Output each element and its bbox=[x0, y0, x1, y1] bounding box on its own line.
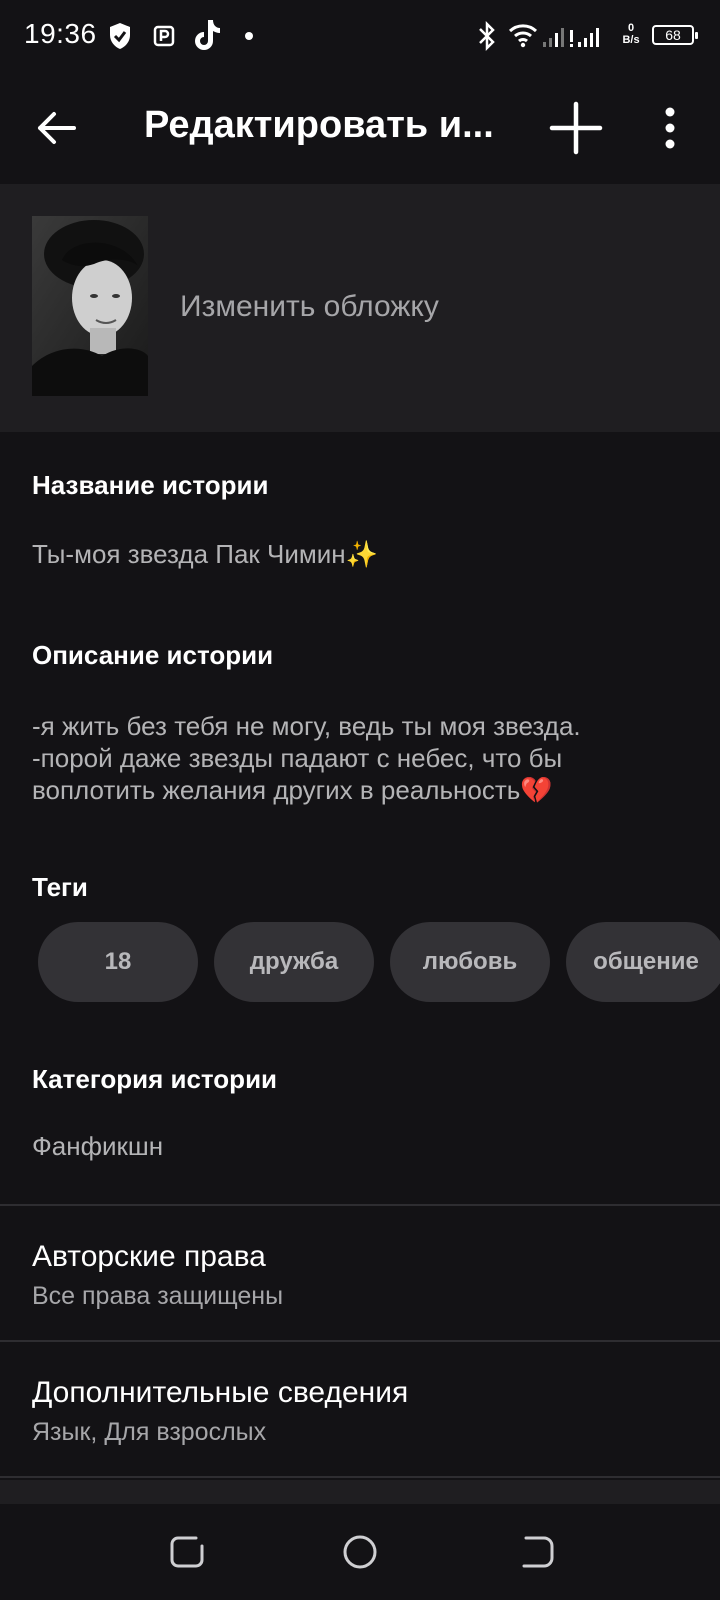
story-description-field[interactable]: -я жить без тебя не могу, ведь ты моя зв… bbox=[32, 710, 692, 806]
cover-image-art bbox=[32, 216, 148, 396]
copyright-subtitle: Все права защищены bbox=[32, 1282, 284, 1310]
back-arrow-icon[interactable] bbox=[30, 102, 82, 154]
content-bottom-strip bbox=[0, 1480, 720, 1504]
cover-section[interactable]: Изменить обложку bbox=[0, 184, 720, 432]
broken-heart-emoji: 💔 bbox=[520, 775, 553, 805]
net-speed-value: 0 bbox=[627, 22, 635, 34]
cover-image[interactable] bbox=[32, 216, 148, 396]
story-title-label: Название истории bbox=[32, 470, 269, 500]
tags-label: Теги bbox=[32, 872, 88, 902]
story-description-label: Описание истории bbox=[32, 640, 274, 670]
parking-icon bbox=[153, 25, 175, 47]
additional-info-subtitle: Язык, Для взрослых bbox=[32, 1418, 267, 1446]
signal-alert-icon bbox=[570, 28, 599, 47]
battery-level: 68 bbox=[665, 27, 681, 43]
additional-info-title: Дополнительные сведения bbox=[32, 1376, 409, 1409]
dot-icon bbox=[245, 32, 253, 40]
tag-chip[interactable]: 18 bbox=[38, 922, 198, 1002]
tag-chip[interactable]: дружба bbox=[214, 922, 374, 1002]
description-line-text: воплотить желания других в реальность bbox=[32, 775, 521, 805]
wifi-icon bbox=[508, 24, 538, 48]
story-title-field[interactable]: Ты-моя звезда Пак Чимин✨ bbox=[32, 538, 692, 570]
category-label: Категория истории bbox=[32, 1064, 278, 1094]
copyright-title: Авторские права bbox=[32, 1240, 266, 1273]
navigation-bar bbox=[0, 1504, 720, 1600]
page-title: Редактировать и... bbox=[144, 104, 494, 146]
plus-icon[interactable] bbox=[548, 100, 604, 156]
home-icon[interactable] bbox=[334, 1526, 386, 1578]
change-cover-label[interactable]: Изменить обложку bbox=[180, 290, 439, 324]
net-speed: 0 B/s bbox=[616, 22, 646, 46]
description-line: -я жить без тебя не могу, ведь ты моя зв… bbox=[32, 711, 581, 741]
copyright-row[interactable]: Авторские права Все права защищены bbox=[0, 1206, 720, 1340]
tiktok-icon bbox=[195, 20, 220, 50]
category-value[interactable]: Фанфикшн bbox=[32, 1130, 692, 1162]
status-time: 19:36 bbox=[24, 18, 97, 49]
status-bar: 19:36 0 B/s 68 bbox=[0, 0, 720, 72]
tag-chip[interactable]: общение bbox=[566, 922, 720, 1002]
signal-icon bbox=[543, 28, 564, 47]
recents-icon[interactable] bbox=[162, 1526, 214, 1578]
battery-indicator: 68 bbox=[652, 25, 698, 45]
shield-icon bbox=[110, 23, 130, 49]
app-bar: Редактировать и... bbox=[0, 72, 720, 184]
additional-info-row[interactable]: Дополнительные сведения Язык, Для взросл… bbox=[0, 1342, 720, 1476]
tag-chip[interactable]: любовь bbox=[390, 922, 550, 1002]
story-title-value: Ты-моя звезда Пак Чимин bbox=[32, 539, 346, 569]
more-vertical-icon[interactable] bbox=[652, 102, 688, 154]
divider bbox=[0, 1476, 720, 1478]
description-line: -порой даже звезды падают с небес, что б… bbox=[32, 743, 563, 773]
tags-list[interactable]: 18 дружба любовь общение bbox=[38, 922, 720, 1002]
back-icon[interactable] bbox=[512, 1526, 564, 1578]
net-speed-unit: B/s bbox=[622, 34, 640, 46]
bluetooth-icon bbox=[479, 20, 495, 52]
sparkles-emoji: ✨ bbox=[345, 539, 378, 569]
description-line: воплотить желания других в реальность💔 bbox=[32, 774, 692, 806]
